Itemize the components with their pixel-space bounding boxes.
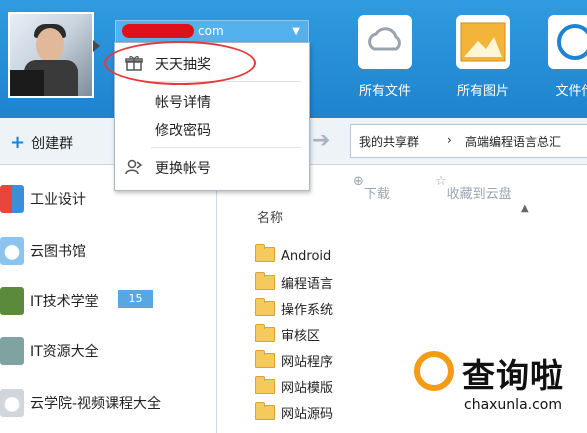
cloud-library-icon	[0, 237, 24, 265]
group-item[interactable]: IT技术学堂 15	[0, 277, 216, 325]
file-name: 编程语言	[281, 277, 334, 292]
breadcrumb: 我的共享群 › 高端编程语言总汇	[350, 124, 587, 158]
file-row[interactable]: 网站源码	[255, 402, 334, 423]
all-files-label: 所有文件	[358, 84, 411, 99]
all-files-button[interactable]: 所有文件	[350, 15, 420, 115]
account-email-suffix: com	[198, 24, 224, 38]
breadcrumb-item[interactable]: 高端编程语言总汇	[465, 133, 561, 150]
save-to-cloud-label: 收藏到云盘	[446, 187, 512, 202]
group-label: IT技术学堂	[30, 294, 99, 310]
file-row[interactable]: Android	[255, 244, 332, 267]
name-column-header[interactable]: 名称	[257, 207, 283, 226]
menu-item-label: 帐号详情	[155, 95, 211, 111]
user-avatar[interactable]	[8, 12, 94, 98]
file-name: 网站模版	[281, 381, 334, 396]
avatar-laptop	[10, 70, 44, 96]
download-label: 下载	[363, 187, 390, 202]
folder-icon	[255, 350, 275, 368]
file-name: 操作系统	[281, 303, 334, 318]
folder-icon	[255, 244, 275, 262]
avatar-face	[36, 28, 64, 62]
file-transfer-label: 文件传	[555, 84, 587, 99]
avatar-arrow-icon	[93, 40, 100, 52]
file-row[interactable]: 网站模版	[255, 376, 334, 397]
create-group-button[interactable]: + 创建群	[10, 132, 73, 153]
cloud-folder-icon	[358, 15, 412, 69]
menu-item-label: 修改密码	[155, 123, 211, 139]
menu-item-account-details[interactable]: 帐号详情	[115, 87, 309, 115]
download-button[interactable]: ⊕ 下载	[353, 174, 390, 202]
pictures-icon	[456, 15, 510, 69]
unread-badge: 15	[118, 290, 153, 308]
file-row[interactable]: 编程语言	[255, 272, 334, 293]
folder-icon	[255, 272, 275, 290]
cloud-academy-icon	[0, 389, 24, 417]
file-row[interactable]: 操作系统	[255, 298, 334, 319]
file-transfer-button[interactable]: 文件传	[540, 15, 587, 115]
folder-icon	[255, 324, 275, 342]
group-label: 工业设计	[30, 192, 86, 208]
it-school-icon	[0, 287, 24, 315]
group-item[interactable]: 云图书馆	[0, 227, 216, 275]
file-name: 网站源码	[281, 407, 334, 422]
group-label: 云学院-视频课程大全	[30, 396, 162, 412]
it-resources-icon	[0, 337, 24, 365]
group-item[interactable]: IT资源大全	[0, 327, 216, 375]
breadcrumb-item[interactable]: 我的共享群	[359, 133, 419, 150]
file-name: 审核区	[281, 329, 321, 344]
watermark-brand: 查询啦	[462, 356, 564, 395]
group-item[interactable]: 云学院-视频课程大全	[0, 379, 216, 427]
menu-item-switch-account[interactable]: 更换帐号	[115, 153, 309, 181]
create-group-label: 创建群	[31, 136, 74, 152]
group-label: 云图书馆	[30, 244, 86, 260]
folder-icon	[255, 376, 275, 394]
file-name: 网站程序	[281, 355, 334, 370]
folder-icon	[255, 402, 275, 420]
industrial-design-icon	[0, 185, 24, 213]
group-label: IT资源大全	[30, 344, 99, 360]
chevron-down-icon[interactable]: ▼	[292, 26, 300, 37]
highlight-oval	[104, 41, 256, 85]
all-pictures-button[interactable]: 所有图片	[448, 15, 518, 115]
menu-item-label: 更换帐号	[155, 161, 211, 177]
magnifier-logo-icon	[414, 351, 454, 391]
file-row[interactable]: 审核区	[255, 324, 321, 345]
group-sidebar: 工业设计 云图书馆 IT技术学堂 15 IT资源大全 云学院-视频课程大全	[0, 165, 217, 433]
save-to-cloud-button[interactable]: ☆ 收藏到云盘	[435, 174, 512, 202]
menu-divider	[151, 147, 301, 148]
transfer-icon	[548, 15, 587, 69]
menu-item-change-password[interactable]: 修改密码	[115, 115, 309, 143]
file-row[interactable]: 网站程序	[255, 350, 334, 371]
watermark-url: chaxunla.com	[464, 397, 562, 413]
sort-caret-icon[interactable]: ▲	[521, 203, 529, 214]
redacted-email	[122, 24, 194, 38]
switch-account-icon	[125, 158, 143, 176]
all-pictures-label: 所有图片	[456, 84, 509, 99]
breadcrumb-separator-icon: ›	[447, 133, 452, 147]
folder-icon	[255, 298, 275, 316]
file-name: Android	[281, 249, 332, 264]
watermark: 查询啦 chaxunla.com	[408, 343, 587, 433]
back-arrow-icon[interactable]: ➔	[312, 128, 330, 153]
plus-icon: +	[10, 132, 26, 153]
account-selector[interactable]: com ▼	[115, 20, 309, 44]
